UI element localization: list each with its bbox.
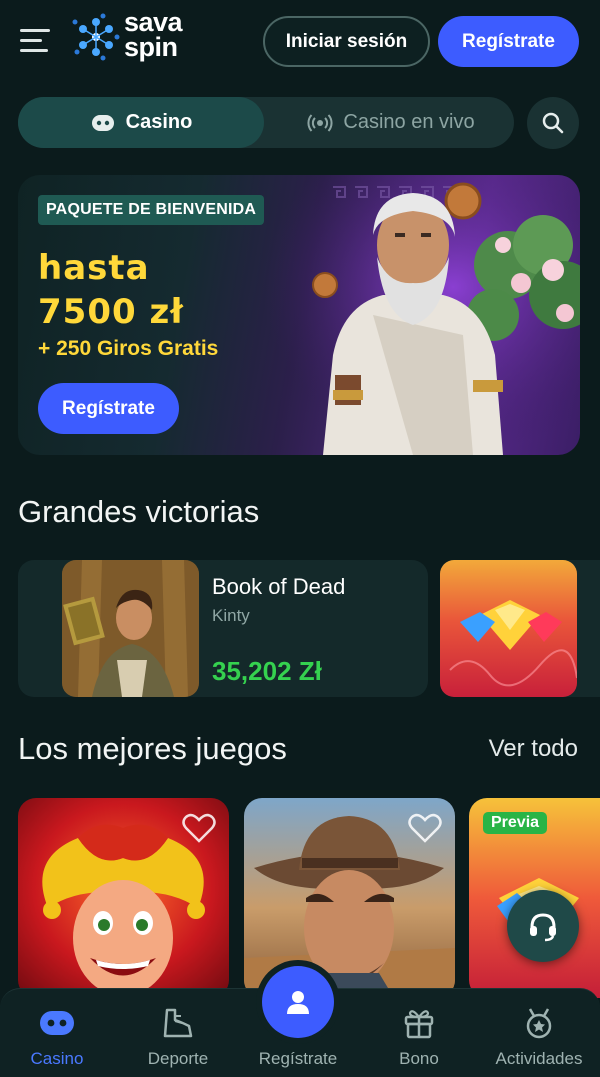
casino-mode-switch: Casino Casino en vivo xyxy=(18,97,514,148)
favorite-heart-icon[interactable] xyxy=(407,812,443,844)
diamond-game-thumbnail xyxy=(440,560,577,697)
win-card[interactable]: Book of Dead Kinty 35,202 Zł xyxy=(18,560,428,697)
live-broadcast-icon xyxy=(307,113,333,132)
logo-mark-icon xyxy=(72,13,120,61)
win-user-name: Kinty xyxy=(212,606,250,625)
nav-label-casino: Casino xyxy=(30,1049,84,1068)
preview-badge: Previa xyxy=(483,812,548,834)
sports-shoe-icon xyxy=(163,1008,193,1038)
nav-label-register: Regístrate xyxy=(258,1049,338,1068)
promo-headline-line1: hasta xyxy=(38,248,150,288)
nav-label-bonus: Bono xyxy=(399,1049,439,1068)
promo-free-spins: + 250 Giros Gratis xyxy=(38,337,219,360)
login-button[interactable]: Iniciar sesión xyxy=(263,16,430,67)
top-header: sava spin Iniciar sesión Regístrate xyxy=(0,0,600,82)
hamburger-menu-icon[interactable] xyxy=(20,26,54,56)
nav-item-activities[interactable]: Actividades xyxy=(479,989,599,1077)
promo-badge: PAQUETE DE BIENVENIDA xyxy=(38,195,265,225)
nav-item-sports[interactable]: Deporte xyxy=(118,989,238,1077)
favorite-heart-icon[interactable] xyxy=(181,812,217,844)
win-game-name: Book of Dead xyxy=(212,574,346,599)
gift-icon xyxy=(404,1010,434,1039)
win-card-partial[interactable] xyxy=(440,560,600,697)
user-icon xyxy=(287,991,309,1014)
register-button[interactable]: Regístrate xyxy=(438,16,579,67)
robot-icon xyxy=(40,1011,74,1035)
tab-casino[interactable]: Casino xyxy=(18,97,264,148)
logo-text-line2: spin xyxy=(124,32,178,62)
promo-headline-amount: 7500 zł xyxy=(38,292,184,332)
win-amount: 35,202 Zł xyxy=(212,656,322,686)
nav-label-sports: Deporte xyxy=(147,1049,209,1068)
game-card-joker[interactable] xyxy=(18,798,229,998)
tab-casino-label: Casino xyxy=(125,111,193,133)
headset-icon xyxy=(530,913,556,942)
top-games-title: Los mejores juegos xyxy=(18,731,287,766)
support-chat-button[interactable] xyxy=(507,890,579,962)
award-icon xyxy=(526,1008,552,1039)
tab-casino-live[interactable]: Casino en vivo xyxy=(268,97,514,148)
search-icon xyxy=(542,112,564,134)
nav-item-bonus[interactable]: Bono xyxy=(359,989,479,1077)
book-of-dead-thumbnail xyxy=(62,560,199,697)
big-wins-title: Grandes victorias xyxy=(18,494,260,529)
logo-text: sava spin xyxy=(124,9,183,62)
book-of-dead-image xyxy=(62,560,199,697)
search-button[interactable] xyxy=(527,97,579,149)
savaspin-logo[interactable]: sava spin xyxy=(72,9,212,66)
tab-casino-live-label: Casino en vivo xyxy=(343,111,475,133)
promo-register-button[interactable]: Regístrate xyxy=(38,383,179,434)
robot-icon xyxy=(91,114,114,131)
zeus-artwork-image xyxy=(263,175,580,455)
see-all-link[interactable]: Ver todo xyxy=(489,735,578,763)
nav-item-casino[interactable]: Casino xyxy=(0,989,117,1077)
diamond-game-image xyxy=(440,560,577,697)
game-card-cowboy[interactable] xyxy=(244,798,455,998)
nav-register-fab[interactable] xyxy=(262,966,334,1038)
nav-label-activities: Actividades xyxy=(495,1049,583,1068)
